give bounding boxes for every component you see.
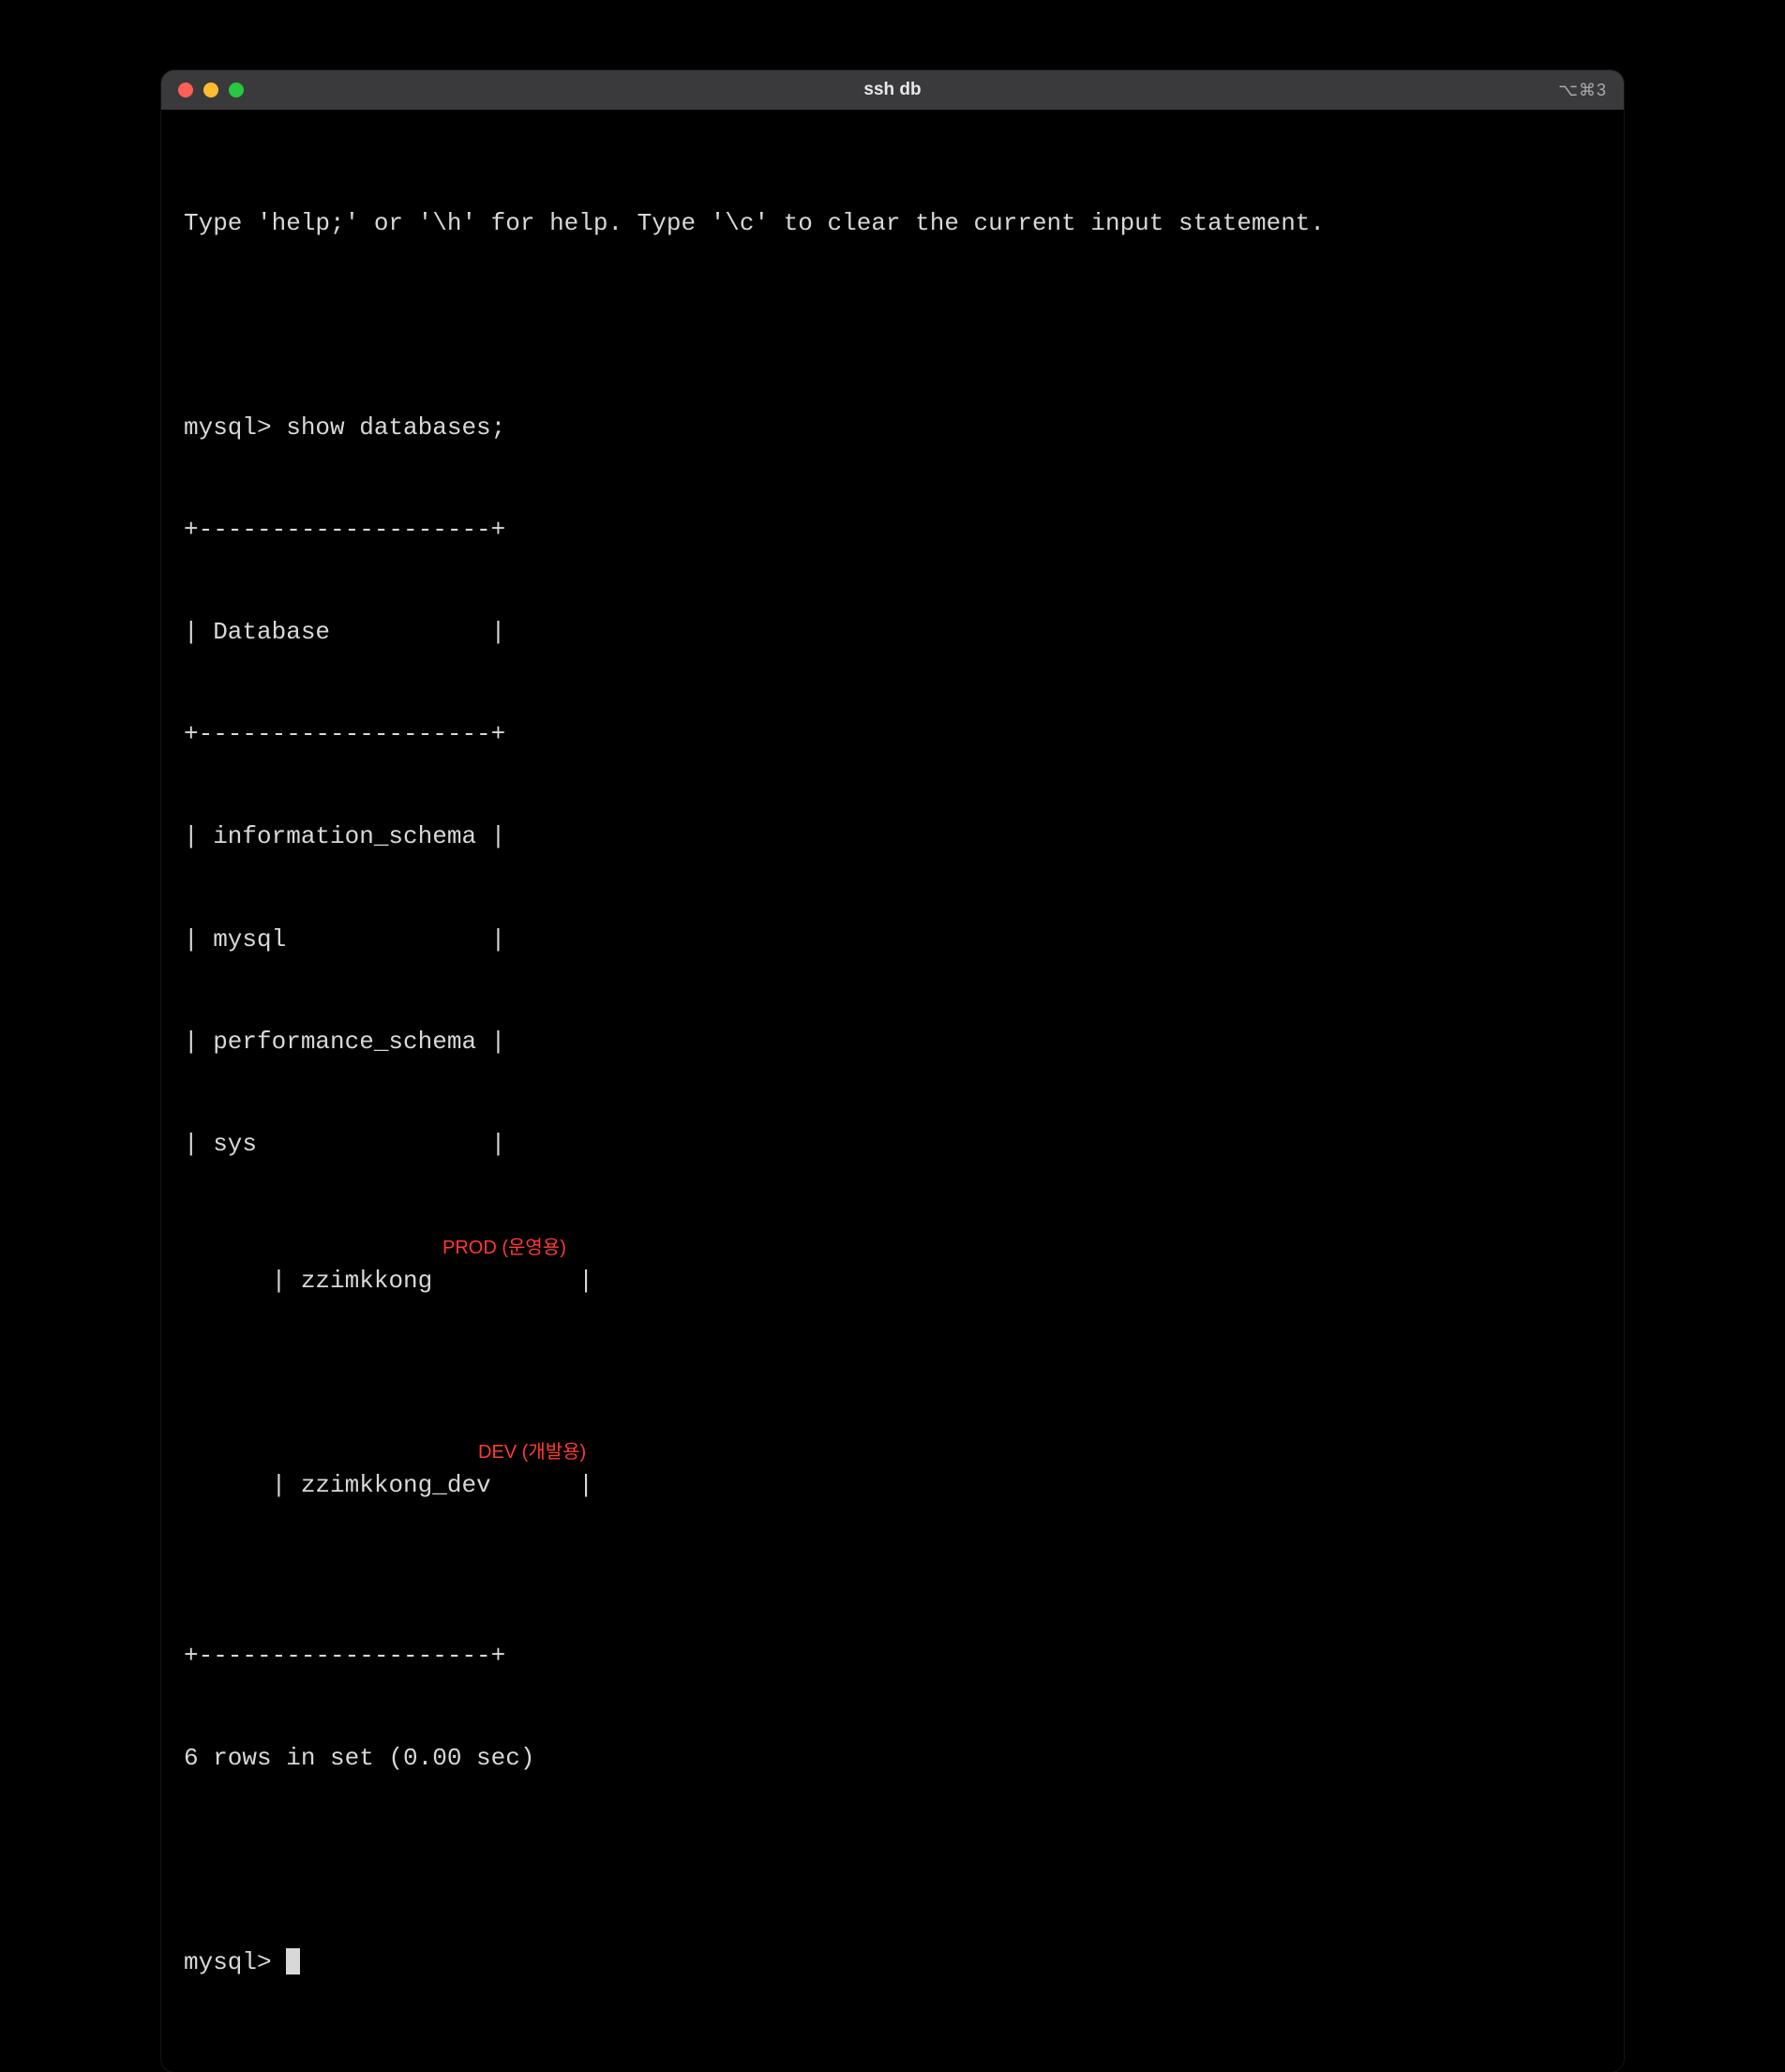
cursor-icon — [286, 1948, 300, 1974]
terminal-prompt: mysql> — [184, 1945, 286, 1979]
traffic-lights — [178, 83, 244, 98]
table-border: +--------------------+ — [184, 717, 1601, 751]
terminal-output-line: Type 'help;' or '\h' for help. Type '\c'… — [184, 206, 1601, 240]
table-row-text: | zzimkkong | — [272, 1267, 593, 1295]
table-row: | information_schema | — [184, 819, 1601, 853]
table-border: +--------------------+ — [184, 513, 1601, 547]
table-header: | Database | — [184, 615, 1601, 649]
window-shortcut-indicator: ⌥⌘3 — [1558, 81, 1607, 100]
table-row: | performance_schema | — [184, 1025, 1601, 1059]
table-border: +--------------------+ — [184, 1639, 1601, 1673]
terminal-command-line: mysql> show databases; — [184, 411, 1601, 444]
table-row-text: | zzimkkong_dev | — [272, 1471, 593, 1499]
table-row: | zzimkkong | PROD (운영용) — [184, 1229, 1601, 1366]
terminal-blank-line — [184, 1843, 1601, 1877]
table-row: | sys | — [184, 1127, 1601, 1161]
close-icon[interactable] — [178, 83, 193, 98]
terminal-blank-line — [184, 308, 1601, 342]
terminal-body[interactable]: Type 'help;' or '\h' for help. Type '\c'… — [161, 110, 1624, 2072]
terminal-prompt-line: mysql> — [184, 1945, 1601, 1979]
title-bar: ssh db ⌥⌘3 — [161, 70, 1624, 110]
table-row: | mysql | — [184, 923, 1601, 956]
terminal-result-line: 6 rows in set (0.00 sec) — [184, 1741, 1601, 1775]
minimize-icon[interactable] — [203, 83, 218, 98]
maximize-icon[interactable] — [229, 83, 244, 98]
terminal-window: ssh db ⌥⌘3 Type 'help;' or '\h' for help… — [161, 70, 1624, 2072]
annotation-dev: DEV (개발용) — [478, 1439, 586, 1465]
annotation-prod: PROD (운영용) — [442, 1235, 566, 1261]
table-row: | zzimkkong_dev | DEV (개발용) — [184, 1434, 1601, 1570]
window-title: ssh db — [863, 80, 921, 100]
